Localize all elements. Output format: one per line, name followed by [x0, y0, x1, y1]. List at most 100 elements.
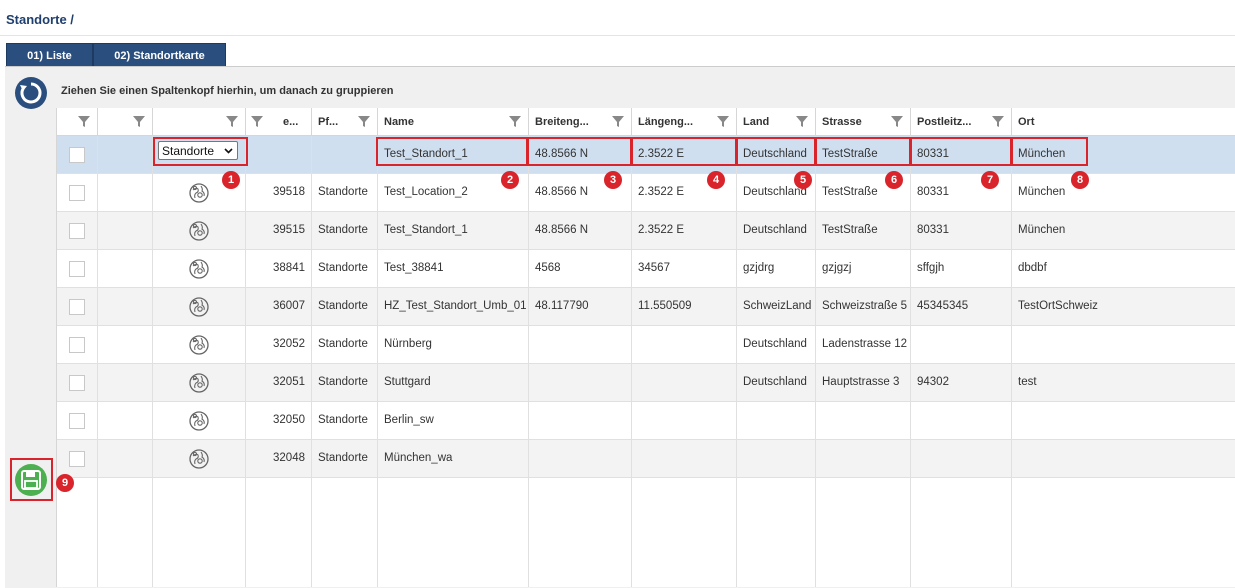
table-row[interactable]: 39515 Standorte Test_Standort_1 48.8566 N 2.…	[57, 212, 1235, 250]
land-cell	[737, 440, 816, 477]
strasse-cell	[816, 402, 911, 439]
name-value: München_wa	[384, 452, 453, 464]
col-header-label: Ort	[1018, 116, 1035, 128]
name-cell: Berlin_sw	[378, 402, 529, 439]
tab-standortkarte[interactable]: 02) Standortkarte	[93, 43, 226, 67]
lon-value: 2.3522 E	[638, 224, 685, 236]
id-value: 32048	[273, 452, 305, 464]
annotation-box	[153, 137, 248, 166]
filter-icon[interactable]	[508, 114, 522, 128]
ort-cell	[1012, 402, 1235, 439]
location-globe-icon[interactable]	[188, 334, 210, 356]
filter-icon[interactable]	[225, 114, 239, 128]
col-header-blank[interactable]	[98, 108, 153, 136]
icon-cell	[153, 402, 246, 439]
annotation-box	[631, 137, 737, 166]
filter-icon[interactable]	[611, 114, 625, 128]
ort-value: TestOrtSchweiz	[1018, 300, 1098, 312]
land-value: Deutschland	[743, 186, 807, 198]
lat-cell	[529, 364, 632, 401]
filter-icon[interactable]	[77, 114, 91, 128]
chk-cell	[57, 212, 98, 249]
blank-cell	[98, 174, 153, 211]
id-value: 39518	[273, 186, 305, 198]
location-globe-icon[interactable]	[188, 296, 210, 318]
lon-cell: 2.3522 E	[632, 212, 737, 249]
table-row[interactable]: 36007 Standorte HZ_Test_Standort_Umb_01 48.…	[57, 288, 1235, 326]
name-value: Berlin_sw	[384, 414, 434, 426]
name-cell: Test_Standort_1	[378, 212, 529, 249]
col-header-land[interactable]: Land	[737, 108, 816, 136]
row-checkbox[interactable]	[69, 337, 85, 353]
col-header-laengengrad[interactable]: Längeng...	[632, 108, 737, 136]
row-checkbox[interactable]	[69, 451, 85, 467]
name-value: Stuttgard	[384, 376, 431, 388]
col-header-checkbox[interactable]	[57, 108, 98, 136]
filter-icon[interactable]	[716, 114, 730, 128]
row-checkbox[interactable]	[69, 223, 85, 239]
location-globe-icon[interactable]	[188, 372, 210, 394]
tab-liste[interactable]: 01) Liste	[6, 43, 93, 67]
row-checkbox[interactable]	[69, 147, 85, 163]
blank-cell	[98, 288, 153, 325]
refresh-button[interactable]	[15, 77, 47, 109]
plz-value: 80331	[917, 224, 949, 236]
name-cell: Stuttgard	[378, 364, 529, 401]
col-header-strasse[interactable]: Strasse	[816, 108, 911, 136]
plz-value: sffgjh	[917, 262, 945, 274]
lon-value: 34567	[638, 262, 670, 274]
name-value: Test_Standort_1	[384, 224, 468, 236]
table-row[interactable]: 38841 Standorte Test_38841 4568 34567 gzjdrg g…	[57, 250, 1235, 288]
table-row[interactable]: 32051 Standorte Stuttgard Deutschland Haupts…	[57, 364, 1235, 402]
filter-icon[interactable]	[795, 114, 809, 128]
ort-cell	[1012, 440, 1235, 477]
lon-cell: 34567	[632, 250, 737, 287]
col-header-postleitzahl[interactable]: Postleitz...	[911, 108, 1012, 136]
location-globe-icon[interactable]	[188, 182, 210, 204]
save-icon	[21, 470, 41, 490]
filter-icon[interactable]	[357, 114, 371, 128]
filter-icon[interactable]	[991, 114, 1005, 128]
name-value: Test_38841	[384, 262, 444, 274]
land-cell: Deutschland	[737, 326, 816, 363]
row-checkbox[interactable]	[69, 375, 85, 391]
table-row[interactable]: 32052 Standorte Nürnberg Deutschland Ladenst…	[57, 326, 1235, 364]
filter-icon[interactable]	[250, 114, 264, 128]
row-checkbox[interactable]	[69, 413, 85, 429]
save-button[interactable]	[15, 464, 47, 496]
location-globe-icon[interactable]	[188, 220, 210, 242]
blank-cell	[98, 364, 153, 401]
col-header-name[interactable]: Name	[378, 108, 529, 136]
lon-value: 2.3522 E	[638, 186, 685, 198]
table-row[interactable]: 32048 Standorte München_wa	[57, 440, 1235, 478]
plz-value: 94302	[917, 376, 949, 388]
icon-cell	[153, 250, 246, 287]
checkbox-cell	[57, 136, 98, 173]
pf-value: Standorte	[318, 186, 368, 198]
row-checkbox[interactable]	[69, 185, 85, 201]
col-header-ort[interactable]: Ort	[1012, 108, 1235, 136]
location-globe-icon[interactable]	[188, 448, 210, 470]
lon-cell	[632, 326, 737, 363]
plz-value: 45345345	[917, 300, 969, 312]
filter-icon[interactable]	[890, 114, 904, 128]
col-header-id[interactable]: e...	[246, 108, 312, 136]
filter-icon[interactable]	[132, 114, 146, 128]
land-value: gzjdrg	[743, 262, 775, 274]
chk-cell	[57, 440, 98, 477]
pf-cell: Standorte	[312, 326, 378, 363]
ort-value: München	[1018, 224, 1066, 236]
location-globe-icon[interactable]	[188, 410, 210, 432]
row-checkbox[interactable]	[69, 299, 85, 315]
chk-cell	[57, 364, 98, 401]
id-cell	[246, 136, 312, 173]
row-checkbox[interactable]	[69, 261, 85, 277]
col-header-breitengrad[interactable]: Breiteng...	[529, 108, 632, 136]
col-header-type[interactable]	[153, 108, 246, 136]
location-globe-icon[interactable]	[188, 258, 210, 280]
strasse-value: TestStraße	[822, 186, 878, 198]
breadcrumb[interactable]: Standorte /	[6, 12, 74, 27]
table-row[interactable]: 32050 Standorte Berlin_sw	[57, 402, 1235, 440]
id-cell: 32050	[246, 402, 312, 439]
col-header-pf[interactable]: Pf...	[312, 108, 378, 136]
